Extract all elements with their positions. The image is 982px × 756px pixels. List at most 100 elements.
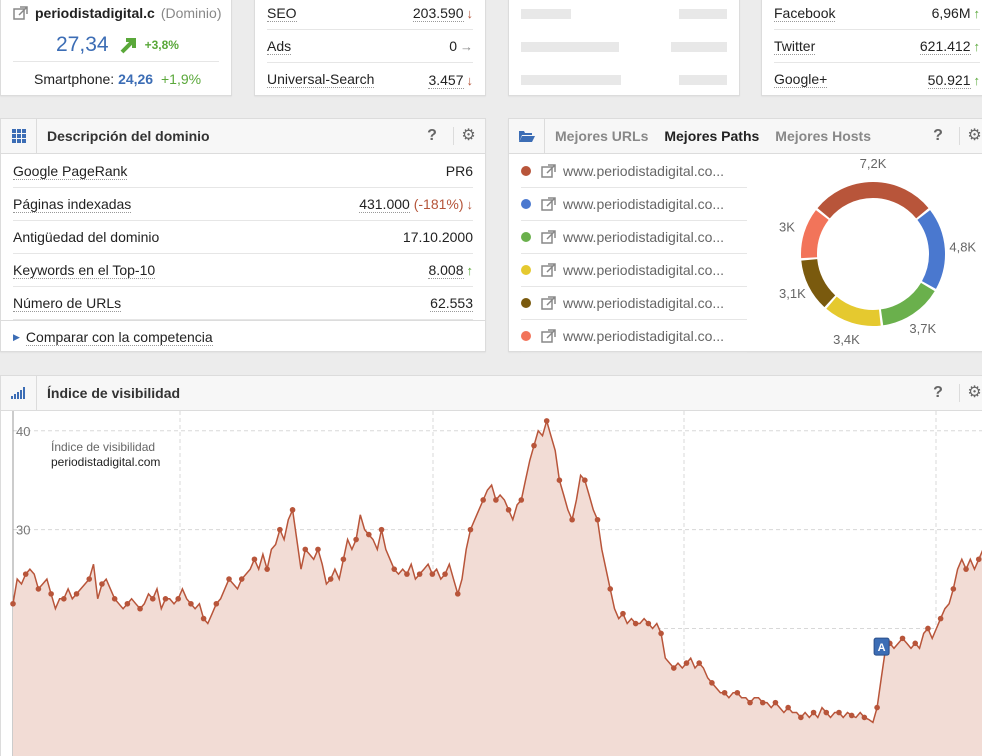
url-list-item[interactable]: www.periodistadigital.co... <box>521 188 747 221</box>
data-point[interactable] <box>531 442 537 449</box>
data-point[interactable] <box>289 507 296 513</box>
data-point[interactable] <box>238 576 245 582</box>
data-point[interactable] <box>327 576 334 582</box>
data-point[interactable] <box>874 704 880 711</box>
data-point[interactable] <box>264 566 270 572</box>
external-link-icon[interactable] <box>541 329 557 343</box>
desc-label[interactable]: Número de URLs <box>13 295 122 312</box>
url-text[interactable]: www.periodistadigital.co... <box>563 262 724 278</box>
data-point[interactable] <box>391 566 398 572</box>
data-point[interactable] <box>556 477 563 483</box>
url-list-item[interactable]: www.periodistadigital.co... <box>521 221 747 254</box>
settings-gear-icon[interactable]: ⚙ <box>959 127 982 145</box>
data-point[interactable] <box>950 586 957 592</box>
donut-slice[interactable] <box>917 210 945 289</box>
desc-label[interactable]: Google PageRank <box>13 163 128 180</box>
data-point[interactable] <box>442 571 448 577</box>
data-point[interactable] <box>22 571 29 577</box>
data-point[interactable] <box>734 689 741 696</box>
external-link-icon[interactable] <box>13 6 29 20</box>
data-point[interactable] <box>175 596 181 602</box>
data-point[interactable] <box>366 531 372 538</box>
traffic-label[interactable]: Ads <box>267 38 292 55</box>
data-point[interactable] <box>340 556 347 563</box>
traffic-label[interactable]: SEO <box>267 5 297 22</box>
data-point[interactable] <box>137 605 143 612</box>
help-icon[interactable]: ? <box>929 127 947 145</box>
data-point[interactable] <box>149 596 156 602</box>
settings-gear-icon[interactable]: ⚙ <box>959 384 982 402</box>
data-point[interactable] <box>277 526 283 533</box>
data-point[interactable] <box>35 586 42 592</box>
data-point[interactable] <box>861 714 868 721</box>
data-point[interactable] <box>823 709 830 716</box>
data-point[interactable] <box>594 516 601 523</box>
data-point[interactable] <box>670 665 677 671</box>
url-list-item[interactable]: www.periodistadigital.co... <box>521 254 747 287</box>
data-point[interactable] <box>302 546 309 553</box>
data-point[interactable] <box>480 497 486 503</box>
url-list-item[interactable]: www.periodistadigital.co... <box>521 320 747 353</box>
data-point[interactable] <box>86 576 93 582</box>
tab-best-paths[interactable]: Mejores Paths <box>664 128 759 144</box>
url-text[interactable]: www.periodistadigital.co... <box>563 163 724 179</box>
data-point[interactable] <box>785 704 791 711</box>
data-point[interactable] <box>747 699 753 706</box>
data-point[interactable] <box>251 556 258 563</box>
data-point[interactable] <box>925 625 931 632</box>
external-link-icon[interactable] <box>541 263 557 277</box>
data-point[interactable] <box>61 596 67 602</box>
data-point[interactable] <box>569 516 575 523</box>
data-point[interactable] <box>226 576 232 582</box>
traffic-label[interactable]: Universal-Search <box>267 71 375 88</box>
data-point[interactable] <box>772 699 779 706</box>
data-point[interactable] <box>454 591 461 597</box>
data-point[interactable] <box>188 600 194 607</box>
data-point[interactable] <box>632 620 639 627</box>
external-link-icon[interactable] <box>541 296 557 310</box>
data-point[interactable] <box>353 536 359 543</box>
data-point[interactable] <box>429 571 436 577</box>
url-text[interactable]: www.periodistadigital.co... <box>563 196 724 212</box>
settings-gear-icon[interactable]: ⚙ <box>453 127 477 145</box>
data-point[interactable] <box>111 596 118 602</box>
data-point[interactable] <box>162 596 169 602</box>
donut-slice[interactable] <box>801 210 829 259</box>
annotation-marker[interactable]: A <box>873 637 890 656</box>
data-point[interactable] <box>73 591 80 597</box>
desc-label[interactable]: Páginas indexadas <box>13 196 132 213</box>
data-point[interactable] <box>124 600 131 607</box>
compare-link[interactable]: ▶ Comparar con la competencia <box>13 321 213 354</box>
data-point[interactable] <box>607 586 614 592</box>
data-point[interactable] <box>658 630 664 637</box>
data-point[interactable] <box>518 497 525 503</box>
external-link-icon[interactable] <box>541 164 557 178</box>
tab-best-urls[interactable]: Mejores URLs <box>555 128 648 144</box>
help-icon[interactable]: ? <box>423 127 441 145</box>
social-label[interactable]: Facebook <box>774 5 836 22</box>
data-point[interactable] <box>798 714 804 721</box>
url-text[interactable]: www.periodistadigital.co... <box>563 328 724 344</box>
url-list-item[interactable]: www.periodistadigital.co... <box>521 287 747 320</box>
data-point[interactable] <box>493 497 499 503</box>
data-point[interactable] <box>912 640 919 647</box>
external-link-icon[interactable] <box>541 230 557 244</box>
data-point[interactable] <box>404 571 410 577</box>
help-icon[interactable]: ? <box>929 384 947 402</box>
data-point[interactable] <box>899 635 906 642</box>
data-point[interactable] <box>645 620 652 627</box>
data-point[interactable] <box>378 526 385 533</box>
data-point[interactable] <box>99 581 105 587</box>
data-point[interactable] <box>683 660 690 666</box>
data-point[interactable] <box>505 507 512 513</box>
data-point[interactable] <box>200 615 207 622</box>
data-point[interactable] <box>696 660 703 666</box>
data-point[interactable] <box>315 546 321 553</box>
tab-best-hosts[interactable]: Mejores Hosts <box>775 128 871 144</box>
data-point[interactable] <box>416 571 423 577</box>
data-point[interactable] <box>836 709 842 716</box>
social-label[interactable]: Google+ <box>774 71 828 88</box>
data-point[interactable] <box>467 526 474 533</box>
url-text[interactable]: www.periodistadigital.co... <box>563 295 724 311</box>
data-point[interactable] <box>975 556 982 563</box>
